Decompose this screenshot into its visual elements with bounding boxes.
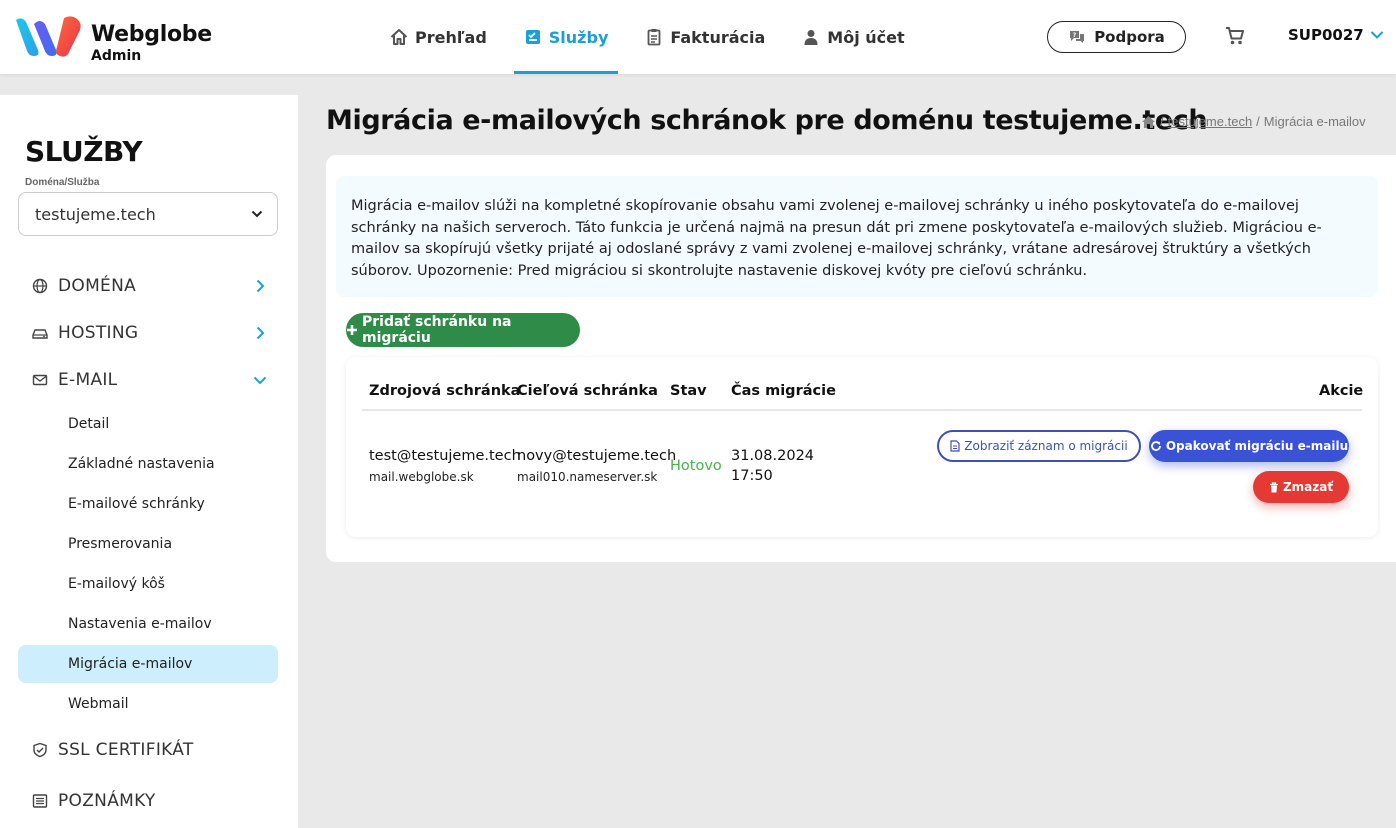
- home-icon: [390, 28, 408, 46]
- sidebar-section-hosting[interactable]: HOSTING: [18, 314, 278, 352]
- support-chat-icon: ?: [1068, 29, 1086, 45]
- column-header-target: Cieľová schránka: [517, 383, 658, 399]
- delete-label: Zmazať: [1282, 480, 1334, 494]
- nav-label: Prehľad: [415, 27, 487, 47]
- section-label: SSL CERTIFIKÁT: [58, 740, 194, 760]
- notes-icon: [32, 793, 48, 809]
- svg-text:?: ?: [1073, 32, 1077, 39]
- sidebar-item-redirects[interactable]: Presmerovania: [18, 525, 278, 563]
- chevron-down-icon: [1370, 30, 1384, 40]
- sidebar-item-basic-settings[interactable]: Základné nastavenia: [18, 445, 278, 483]
- nav-item-overview[interactable]: Prehľad: [380, 0, 497, 74]
- webglobe-logo-icon[interactable]: [12, 14, 84, 60]
- breadcrumb-domain-link[interactable]: testujeme.tech: [1168, 114, 1253, 129]
- breadcrumb-current: Migrácia e-mailov: [1263, 114, 1366, 129]
- chevron-down-icon: [252, 372, 268, 388]
- nav-label: Služby: [548, 27, 609, 47]
- view-log-label: Zobraziť záznam o migrácii: [964, 439, 1128, 453]
- page-title: Migrácia e-mailových schránok pre doménu…: [326, 105, 1208, 136]
- brand[interactable]: Webglobe Admin: [91, 22, 212, 64]
- sidebar-item-email-migration[interactable]: Migrácia e-mailov: [18, 645, 278, 683]
- plus-icon: [346, 324, 358, 336]
- target-email: novy@testujeme.tech: [517, 448, 677, 464]
- sidebar-item-email-settings[interactable]: Nastavenia e-mailov: [18, 605, 278, 643]
- envelope-icon: [32, 372, 48, 388]
- invoice-icon: [645, 28, 663, 46]
- nav-label: Môj účet: [827, 27, 905, 47]
- user-icon: [802, 28, 820, 46]
- server-icon: [32, 325, 48, 341]
- column-header-status: Stav: [670, 383, 707, 399]
- nav-item-services[interactable]: Služby: [513, 0, 619, 74]
- shield-icon: [32, 742, 48, 758]
- nav-item-billing[interactable]: Fakturácia: [635, 0, 775, 74]
- sidebar-title: SLUŽBY: [25, 135, 143, 168]
- source-server: mail.webglobe.sk: [369, 470, 474, 484]
- support-button[interactable]: ? Podpora: [1047, 21, 1186, 53]
- retry-label: Opakovať migráciu e-mailu: [1165, 439, 1349, 453]
- sidebar-item-email-trash[interactable]: E-mailový kôš: [18, 565, 278, 603]
- sidebar-section-ssl[interactable]: SSL CERTIFIKÁT: [18, 731, 278, 769]
- section-label: DOMÉNA: [58, 276, 137, 296]
- brand-subtitle: Admin: [91, 48, 142, 64]
- document-icon: [950, 440, 960, 452]
- services-icon: [524, 28, 542, 46]
- cart-icon[interactable]: [1225, 26, 1245, 46]
- user-menu[interactable]: SUP0027: [1288, 26, 1384, 44]
- chevron-right-icon: [252, 278, 268, 294]
- sidebar-section-notes[interactable]: POZNÁMKY: [18, 782, 278, 820]
- status-badge: Hotovo: [670, 458, 722, 474]
- sidebar: SLUŽBY Doména/Služba testujeme.tech DOMÉ…: [0, 95, 298, 828]
- retry-migration-button[interactable]: Opakovať migráciu e-mailu: [1149, 430, 1349, 462]
- chevron-down-icon: [251, 210, 263, 218]
- section-label: E-MAIL: [58, 370, 118, 390]
- domain-select-value: testujeme.tech: [35, 204, 156, 224]
- add-button-label: Pridať schránku na migráciu: [362, 314, 512, 346]
- column-header-source: Zdrojová schránka: [369, 383, 521, 399]
- globe-icon: [32, 278, 48, 294]
- breadcrumb-separator: /: [1256, 114, 1260, 129]
- refresh-icon: [1150, 440, 1162, 452]
- support-label: Podpora: [1094, 28, 1165, 46]
- source-email: test@testujeme.tech: [369, 448, 521, 464]
- user-id: SUP0027: [1288, 26, 1364, 44]
- domain-select[interactable]: testujeme.tech: [18, 192, 278, 236]
- home-icon[interactable]: [1141, 115, 1156, 129]
- view-migration-log-button[interactable]: Zobraziť záznam o migrácii: [937, 430, 1141, 462]
- breadcrumb: / testujeme.tech / Migrácia e-mailov: [1141, 114, 1366, 129]
- top-bar: Webglobe Admin Prehľad Služby Fakturácia: [0, 0, 1396, 74]
- delete-button[interactable]: Zmazať: [1253, 471, 1349, 503]
- trash-icon: [1269, 481, 1279, 493]
- sidebar-item-detail[interactable]: Detail: [18, 405, 278, 443]
- breadcrumb-separator: /: [1160, 114, 1164, 129]
- section-label: HOSTING: [58, 323, 139, 343]
- section-label: POZNÁMKY: [58, 791, 156, 811]
- migration-time: 17:50: [731, 468, 773, 484]
- sidebar-section-domain[interactable]: DOMÉNA: [18, 267, 278, 305]
- add-mailbox-migration-button[interactable]: Pridať schránku na migráciu: [346, 313, 580, 347]
- nav-label: Fakturácia: [670, 27, 766, 47]
- target-server: mail010.nameserver.sk: [517, 470, 658, 484]
- migration-date: 31.08.2024: [731, 448, 815, 464]
- chevron-right-icon: [252, 325, 268, 341]
- column-header-time: Čas migrácie: [731, 383, 836, 399]
- column-header-actions: Akcie: [1319, 383, 1364, 399]
- main-nav: Prehľad Služby Fakturácia Môj účet: [380, 0, 932, 74]
- nav-item-account[interactable]: Môj účet: [792, 0, 914, 74]
- domain-select-label: Doména/Služba: [25, 177, 100, 188]
- brand-name: Webglobe: [91, 22, 212, 47]
- info-box: Migrácia e-mailov slúži na kompletné sko…: [336, 176, 1378, 297]
- table-header-divider: [362, 409, 1362, 411]
- sidebar-item-webmail[interactable]: Webmail: [18, 685, 278, 723]
- sidebar-section-email[interactable]: E-MAIL: [18, 361, 278, 399]
- sidebar-item-mailboxes[interactable]: E-mailové schránky: [18, 485, 278, 523]
